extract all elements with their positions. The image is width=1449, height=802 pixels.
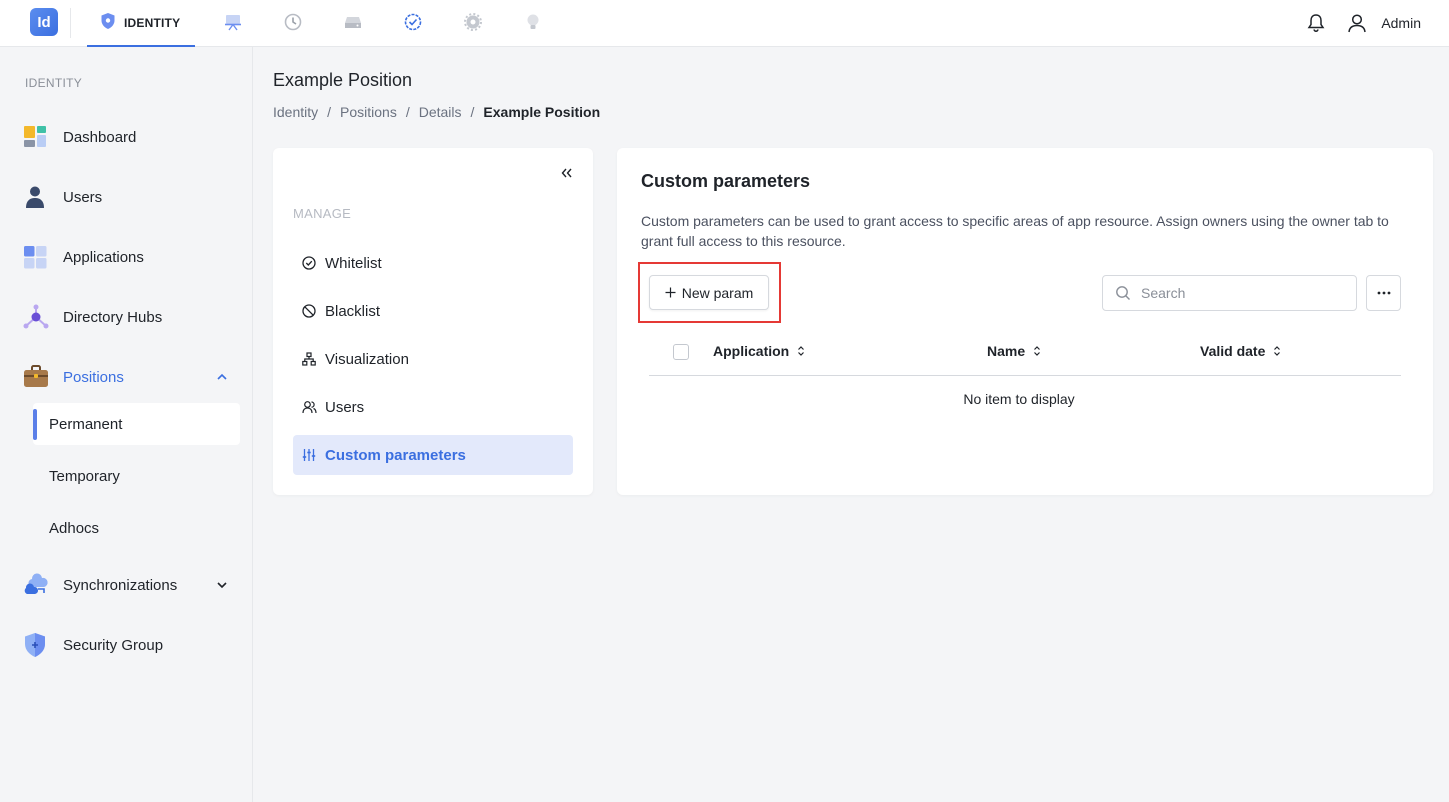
manage-panel: MANAGE Whitelist Blacklist Visualization… — [273, 148, 593, 495]
sidebar-subitem-temporary[interactable]: Temporary — [33, 455, 240, 497]
new-param-label: New param — [681, 284, 754, 301]
sort-icon — [1033, 345, 1041, 357]
user-icon — [22, 184, 52, 210]
sort-icon — [1273, 345, 1281, 357]
manage-item-visualization[interactable]: Visualization — [293, 339, 573, 379]
page-title: Example Position — [273, 70, 413, 90]
manage-item-label: Custom parameters — [325, 446, 466, 464]
sidebar-item-label: Positions — [63, 368, 124, 386]
manage-item-whitelist[interactable]: Whitelist — [293, 243, 573, 283]
manage-item-custom-parameters[interactable]: Custom parameters — [293, 435, 573, 475]
top-bar: Id IDENTITY Admin — [0, 0, 1449, 47]
sidebar-item-directory-hubs[interactable]: Directory Hubs — [22, 297, 240, 337]
users-icon — [301, 399, 317, 415]
sidebar-item-label: Applications — [63, 248, 144, 266]
hierarchy-icon — [301, 351, 317, 367]
chevron-down-icon[interactable] — [216, 578, 228, 594]
manage-item-label: Users — [325, 398, 365, 416]
breadcrumb-separator: / — [327, 104, 332, 120]
nav-tab-label: IDENTITY — [124, 15, 181, 30]
breadcrumb-link[interactable]: Details — [419, 104, 462, 120]
applications-grid-icon — [22, 244, 52, 270]
column-header-application[interactable]: Application — [713, 343, 805, 359]
empty-state-text: No item to display — [963, 391, 1075, 407]
lightbulb-icon[interactable] — [523, 12, 543, 32]
sliders-icon — [301, 447, 317, 463]
sidebar-subitem-adhocs[interactable]: Adhocs — [33, 507, 240, 549]
column-label: Valid date — [1200, 343, 1266, 359]
more-options-button[interactable] — [1366, 275, 1401, 311]
subitem-label: Adhocs — [49, 519, 100, 537]
subitem-label: Temporary — [49, 467, 120, 485]
logo-text: Id — [37, 13, 51, 31]
sidebar-item-label: Security Group — [63, 636, 164, 654]
dashboard-icon — [22, 124, 52, 150]
briefcase-icon — [22, 364, 52, 390]
sidebar-item-label: Synchronizations — [63, 576, 178, 594]
sidebar-section-label: IDENTITY — [25, 76, 83, 90]
sidebar-item-dashboard[interactable]: Dashboard — [22, 117, 240, 157]
sidebar-subitem-permanent[interactable]: Permanent — [33, 403, 240, 445]
column-header-valid-date[interactable]: Valid date — [1200, 343, 1281, 359]
plus-icon — [665, 287, 676, 298]
user-menu[interactable]: Admin — [1347, 13, 1421, 33]
sidebar-item-label: Dashboard — [63, 128, 137, 146]
breadcrumb: Identity / Positions / Details / Example… — [273, 104, 600, 120]
top-right-actions: Admin — [1307, 10, 1421, 36]
sidebar-item-applications[interactable]: Applications — [22, 237, 240, 277]
nav-tab-identity[interactable]: IDENTITY — [87, 0, 195, 47]
breadcrumb-link[interactable]: Positions — [340, 104, 397, 120]
new-param-button[interactable]: New param — [649, 275, 769, 310]
sort-icon — [797, 345, 805, 357]
presentation-icon[interactable] — [223, 12, 243, 32]
bell-icon[interactable] — [1307, 13, 1325, 33]
check-circle-icon — [301, 255, 317, 271]
search-icon — [1115, 285, 1131, 301]
hub-network-icon — [22, 304, 52, 330]
sidebar-item-security-group[interactable]: Security Group — [22, 625, 240, 665]
manage-section-label: MANAGE — [293, 206, 352, 221]
breadcrumb-separator: / — [405, 104, 410, 120]
breadcrumb-separator: / — [470, 104, 475, 120]
app-logo[interactable]: Id — [30, 8, 58, 36]
column-label: Name — [987, 343, 1026, 359]
column-header-name[interactable]: Name — [987, 343, 1041, 359]
section-title: Custom parameters — [641, 171, 811, 191]
check-badge-icon[interactable] — [403, 12, 423, 32]
manage-item-blacklist[interactable]: Blacklist — [293, 291, 573, 331]
shield-icon — [22, 632, 52, 658]
manage-item-label: Whitelist — [325, 254, 382, 272]
sidebar-item-positions[interactable]: Positions — [22, 357, 240, 397]
section-description: Custom parameters can be used to grant a… — [641, 213, 1389, 249]
sidebar-item-synchronizations[interactable]: Synchronizations — [22, 565, 240, 605]
search-input[interactable] — [1141, 285, 1341, 301]
sidebar-item-label: Directory Hubs — [63, 308, 163, 326]
select-all-checkbox[interactable] — [673, 344, 689, 360]
search-field[interactable] — [1102, 275, 1357, 311]
storage-icon[interactable] — [343, 12, 363, 32]
user-name: Admin — [1381, 15, 1421, 31]
sidebar-item-label: Users — [63, 188, 103, 206]
chevron-up-icon[interactable] — [216, 370, 228, 386]
divider — [70, 8, 71, 38]
breadcrumb-link[interactable]: Identity — [273, 104, 318, 120]
settings-gear-icon[interactable] — [463, 12, 483, 32]
cloud-sync-icon — [22, 572, 52, 598]
sidebar-item-users[interactable]: Users — [22, 177, 240, 217]
user-avatar-icon — [1347, 13, 1367, 33]
manage-item-label: Blacklist — [325, 302, 381, 320]
ellipsis-icon — [1377, 291, 1391, 295]
manage-item-users[interactable]: Users — [293, 387, 573, 427]
sidebar: IDENTITY Dashboard Users Applications Di… — [0, 47, 253, 802]
manage-item-label: Visualization — [325, 350, 409, 368]
ban-icon — [301, 303, 317, 319]
identity-shield-icon — [101, 13, 115, 32]
subitem-label: Permanent — [49, 415, 123, 433]
custom-parameters-panel: Custom parameters Custom parameters can … — [617, 148, 1433, 495]
column-label: Application — [713, 343, 790, 359]
history-icon[interactable] — [283, 12, 303, 32]
table-header: Application Name Valid date — [649, 331, 1401, 376]
breadcrumb-current: Example Position — [483, 104, 601, 120]
collapse-chevrons-icon[interactable] — [559, 164, 575, 182]
